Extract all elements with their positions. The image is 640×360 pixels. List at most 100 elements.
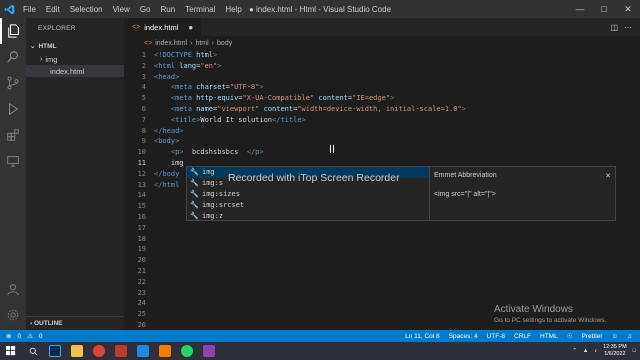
code-line[interactable]: 21 (124, 266, 640, 277)
tab-label: index.html (144, 22, 179, 32)
folder-img[interactable]: › img (26, 53, 124, 65)
clock[interactable]: 12:35 PM 1/6/2022 (603, 344, 627, 358)
more-actions-icon[interactable]: ⋯ (624, 23, 632, 32)
code-line[interactable]: 8 </head> (124, 126, 640, 137)
run-debug-icon[interactable] (0, 96, 26, 122)
windows-start-icon[interactable] (0, 342, 22, 360)
activate-title: Activate Windows (494, 304, 573, 315)
breadcrumb-html[interactable]: html (195, 40, 208, 47)
file-explorer-icon[interactable] (66, 342, 88, 360)
close-icon[interactable]: ✕ (616, 0, 640, 18)
network-icon[interactable]: ▲ (583, 348, 588, 354)
maximize-icon[interactable]: □ (592, 0, 616, 18)
file-index-html[interactable]: index.html (26, 65, 124, 77)
minimize-icon[interactable]: — (568, 0, 592, 18)
code-line[interactable]: 19 (124, 244, 640, 255)
system-tray: ⌃ ▲ ♪ 12:35 PM 1/6/2022 □ (572, 344, 640, 358)
code-line[interactable]: 4 <meta charset="UTF-8"> (124, 82, 640, 93)
breadcrumb-file[interactable]: index.html (155, 40, 187, 47)
line-number: 10 (137, 148, 146, 157)
code-line[interactable]: 10 <p> bcdshsbsbcs </p> (124, 147, 640, 158)
app-icon[interactable] (198, 342, 220, 360)
line-number: 3 (141, 72, 146, 81)
warning-icon[interactable]: ⚠ (27, 332, 33, 340)
end-of-line[interactable]: CRLF (514, 333, 531, 340)
line-text: <body> (154, 137, 180, 146)
notifications-bell-icon[interactable]: ♫ (627, 333, 632, 340)
language-mode[interactable]: HTML (540, 333, 558, 340)
tab-index-html[interactable]: <> index.html ● (124, 18, 203, 36)
menu-help[interactable]: Help (220, 5, 246, 14)
code-line[interactable]: 17 (124, 223, 640, 234)
breadcrumb-body[interactable]: body (217, 40, 232, 47)
warning-count[interactable]: 0 (39, 333, 43, 340)
prettier-status[interactable]: Prettier (582, 333, 603, 340)
suggestion-item[interactable]: 🔧 img:srcset (187, 199, 429, 210)
suggestion-item[interactable]: 🔧 img (187, 167, 429, 178)
cursor-position[interactable]: Ln 11, Col 8 (405, 333, 440, 340)
line-number: 25 (137, 310, 146, 319)
extensions-icon[interactable] (0, 122, 26, 148)
menu-edit[interactable]: Edit (41, 5, 65, 14)
suggestion-item[interactable]: 🔧 img:z (187, 210, 429, 221)
suggestion-item[interactable]: 🔧 img:s (187, 178, 429, 189)
code-line[interactable]: 22 (124, 277, 640, 288)
explorer-title: EXPLORER (38, 25, 76, 32)
code-line[interactable]: 3 <head> (124, 72, 640, 83)
remote-explorer-icon[interactable] (0, 148, 26, 174)
feedback-icon[interactable]: ☺ (611, 333, 618, 340)
workspace-name: HTML (38, 42, 57, 50)
indentation[interactable]: Spaces: 4 (449, 333, 478, 340)
code-line[interactable]: 7 <title>World It solution</title> (124, 115, 640, 126)
status-bar: ⊗ 0 ⚠ 0 Ln 11, Col 8 Spaces: 4 UTF-8 CRL… (0, 330, 640, 342)
workspace-section[interactable]: ⌄ HTML (26, 39, 124, 53)
explorer-icon[interactable] (0, 18, 26, 44)
line-number: 15 (137, 202, 146, 211)
menu-terminal[interactable]: Terminal (180, 5, 220, 14)
code-line[interactable]: 2 <html lang="en"> (124, 61, 640, 72)
notification-center-icon[interactable]: □ (633, 348, 636, 354)
activate-windows-notice: Activate Windows Go to PC settings to ac… (494, 304, 606, 324)
whatsapp-icon[interactable] (176, 342, 198, 360)
encoding[interactable]: UTF-8 (487, 333, 505, 340)
search-icon[interactable] (0, 44, 26, 70)
search-icon[interactable] (22, 342, 44, 360)
menu-go[interactable]: Go (135, 5, 156, 14)
code-line[interactable]: 23 (124, 288, 640, 299)
account-icon[interactable] (0, 276, 26, 302)
code-line[interactable]: 18 (124, 234, 640, 245)
code-line[interactable]: 1 <!DOCTYPE html> (124, 50, 640, 61)
status-left: ⊗ 0 ⚠ 0 (0, 332, 43, 341)
code-line[interactable]: 20 (124, 255, 640, 266)
error-count[interactable]: 0 (17, 333, 21, 340)
menu-file[interactable]: File (18, 5, 41, 14)
app-icon[interactable] (154, 342, 176, 360)
unsaved-dot-icon[interactable]: ● (188, 23, 193, 32)
photoshop-icon[interactable] (44, 342, 66, 360)
chevron-up-icon[interactable]: ⌃ (572, 348, 577, 354)
code-line[interactable]: 6 <meta name="viewport" content="width=d… (124, 104, 640, 115)
suggestion-label: img:srcset (202, 200, 245, 209)
split-editor-icon[interactable]: ◫ (610, 23, 618, 32)
breadcrumb: <> index.html › html › body (124, 36, 640, 50)
source-control-icon[interactable] (0, 70, 26, 96)
error-icon[interactable]: ⊗ (6, 332, 11, 340)
menu-selection[interactable]: Selection (65, 5, 108, 14)
chrome-icon[interactable] (88, 342, 110, 360)
code-line[interactable]: 9 <body> (124, 136, 640, 147)
menu-run[interactable]: Run (155, 5, 180, 14)
outline-section[interactable]: › OUTLINE (26, 316, 124, 330)
volume-icon[interactable]: ♪ (594, 348, 597, 354)
line-number: 21 (137, 266, 146, 275)
close-icon[interactable]: ✕ (605, 172, 611, 180)
broadcast-icon[interactable]: ☉ (567, 332, 573, 340)
line-number: 14 (137, 191, 146, 200)
screen-recorder-icon[interactable] (110, 342, 132, 360)
menu-view[interactable]: View (108, 5, 135, 14)
settings-gear-icon[interactable] (0, 302, 26, 328)
vscode-taskbar-icon[interactable] (132, 342, 154, 360)
line-text: <meta name="viewport" content="width=dev… (170, 104, 466, 113)
code-line[interactable]: 5 <meta http-equiv="X-UA-Compatible" con… (124, 93, 640, 104)
suggestion-item[interactable]: 🔧 img:sizes (187, 189, 429, 200)
window-controls: — □ ✕ (568, 0, 640, 18)
